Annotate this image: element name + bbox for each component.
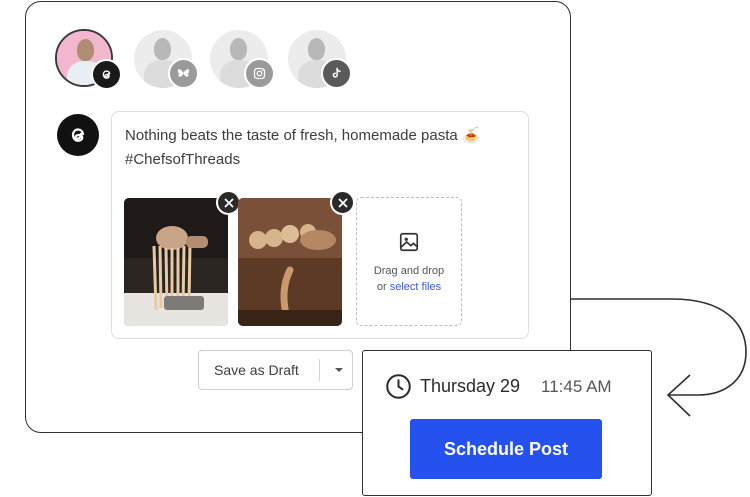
schedule-panel: Thursday 29 11:45 AM Schedule Post — [362, 350, 652, 496]
media-dropzone[interactable]: Drag and drop or select files — [356, 197, 462, 326]
schedule-date[interactable]: Thursday 29 — [420, 376, 520, 397]
post-hashtag: #ChefsofThreads — [125, 151, 241, 168]
draft-options-dropdown[interactable] — [325, 351, 353, 389]
dropzone-instruction: Drag and drop — [373, 265, 445, 277]
post-text-line: Nothing beats the taste of fresh, homema… — [125, 127, 481, 144]
save-draft-split-button: Save as Draft — [198, 350, 353, 390]
select-files-link[interactable]: select files — [390, 281, 441, 293]
remove-image-button[interactable] — [330, 190, 355, 215]
button-divider — [319, 359, 320, 381]
attached-image-dough-shaping[interactable] — [238, 198, 342, 326]
butterfly-icon — [168, 58, 199, 89]
clock-icon — [386, 374, 411, 399]
threads-icon — [91, 59, 122, 90]
post-editor[interactable]: Nothing beats the taste of fresh, homema… — [111, 111, 529, 339]
close-icon — [338, 198, 347, 207]
attached-image-pasta-hands[interactable] — [124, 198, 228, 326]
dropzone-or: or — [376, 281, 390, 293]
schedule-post-button[interactable]: Schedule Post — [410, 419, 602, 479]
close-icon — [224, 198, 233, 207]
post-text-content[interactable]: Nothing beats the taste of fresh, homema… — [125, 124, 515, 172]
image-icon — [399, 232, 419, 252]
save-draft-button[interactable]: Save as Draft — [214, 362, 299, 378]
schedule-time[interactable]: 11:45 AM — [541, 377, 612, 397]
instagram-icon — [244, 58, 275, 89]
chevron-down-icon — [335, 368, 343, 372]
tiktok-icon — [321, 58, 352, 89]
threads-channel-icon — [57, 114, 99, 156]
